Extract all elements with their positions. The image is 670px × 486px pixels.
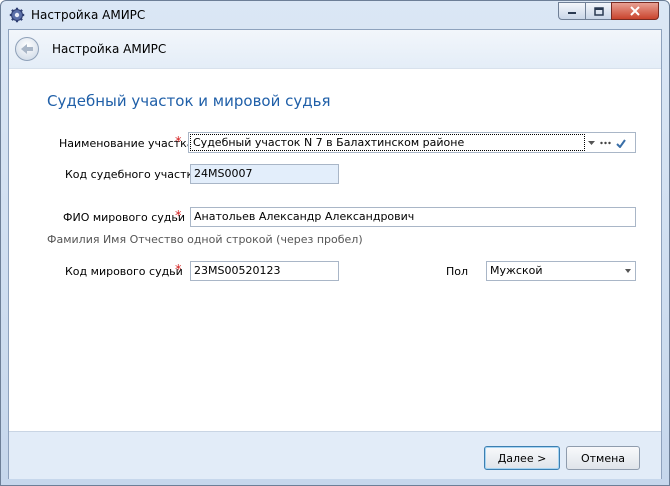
minimize-button[interactable]: [558, 2, 586, 20]
window-title: Настройка АМИРС: [31, 8, 146, 22]
wizard-footer: Далее > Отмена: [9, 431, 661, 479]
judge-code-field[interactable]: 23MS00520123: [190, 261, 339, 281]
court-name-value: Судебный участок N 7 в Балахтинском райо…: [190, 134, 585, 151]
required-marker: *: [175, 209, 182, 224]
required-marker: *: [175, 135, 182, 150]
cancel-button[interactable]: Отмена: [566, 446, 640, 470]
required-marker: *: [175, 263, 182, 278]
back-button[interactable]: [15, 37, 39, 61]
court-name-label: Наименование участка: [59, 137, 194, 150]
combo-actions: [588, 136, 626, 150]
gender-label: Пол: [446, 265, 469, 278]
court-code-label: Код судебного участка: [65, 168, 200, 181]
next-button[interactable]: Далее >: [484, 446, 560, 470]
close-icon: [630, 6, 640, 16]
gear-icon: [9, 7, 25, 23]
close-button[interactable]: [611, 2, 659, 20]
judge-name-field[interactable]: Анатольев Александр Александрович: [190, 207, 636, 227]
section-title: Судебный участок и мировой судья: [47, 92, 331, 110]
judge-name-hint: Фамилия Имя Отчество одной строкой (чере…: [47, 233, 363, 246]
wizard-panel: Настройка АМИРС Судебный участок и миров…: [8, 29, 662, 479]
ellipsis-icon[interactable]: [600, 141, 611, 145]
window: Настройка АМИРС Настройка АМИРС Судебный…: [0, 0, 670, 486]
maximize-button[interactable]: [585, 2, 612, 20]
wizard-header-title: Настройка АМИРС: [52, 42, 167, 56]
judge-name-label: ФИО мирового судьи: [63, 211, 186, 224]
court-code-field[interactable]: 24MS0007: [190, 164, 339, 184]
wizard-header: Настройка АМИРС: [9, 30, 661, 69]
judge-code-label: Код мирового судьи: [65, 265, 183, 278]
arrow-left-icon: [21, 44, 33, 54]
maximize-icon: [593, 6, 604, 16]
title-bar[interactable]: Настройка АМИРС: [1, 1, 669, 29]
chevron-down-icon[interactable]: [588, 140, 595, 146]
gender-select[interactable]: Мужской: [486, 261, 636, 281]
gender-value: Мужской: [490, 264, 543, 277]
chevron-down-icon: [625, 269, 631, 273]
check-icon[interactable]: [616, 138, 626, 148]
minimize-icon: [568, 12, 576, 14]
